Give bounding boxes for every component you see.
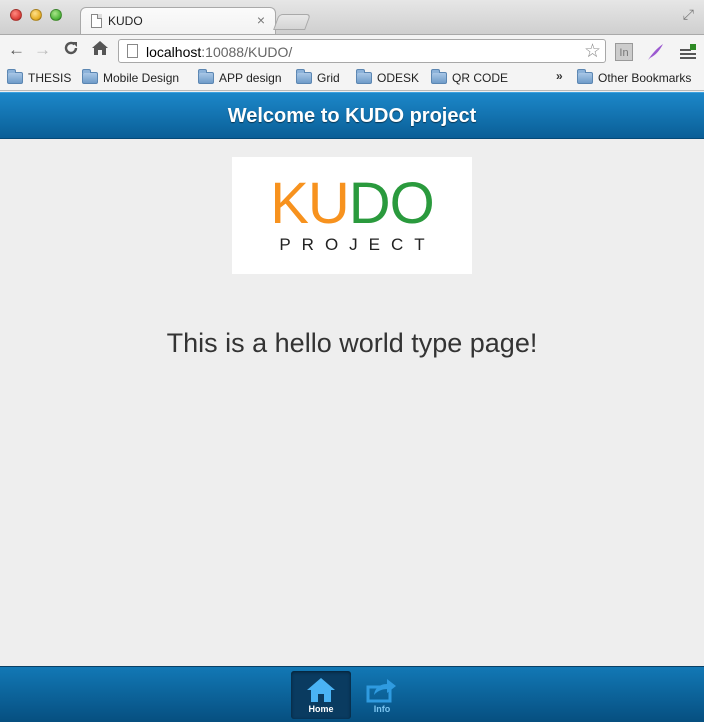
bookmark-grid[interactable]: Grid [296, 69, 340, 86]
home-icon [307, 678, 335, 702]
tab-close-icon[interactable]: × [257, 12, 265, 28]
address-bar[interactable]: localhost:10088/KUDO/ ☆ [118, 39, 606, 63]
bookmark-app-design[interactable]: APP design [198, 69, 282, 86]
browser-tabstrip: KUDO × ⤢ [0, 0, 704, 35]
tab-home[interactable]: Home [291, 671, 351, 719]
minimize-window-button[interactable] [30, 9, 42, 21]
home-button[interactable] [91, 40, 109, 60]
browser-tab[interactable]: KUDO × [80, 7, 276, 35]
bookmark-qr-code[interactable]: QR CODE [431, 69, 508, 86]
fullscreen-icon[interactable]: ⤢ [683, 6, 694, 23]
tab-title: KUDO [108, 14, 143, 28]
browser-toolbar: ← → localhost:10088/KUDO/ ☆ In [0, 34, 704, 66]
tab-info[interactable]: Info [352, 671, 412, 719]
bookmark-other[interactable]: Other Bookmarks [577, 69, 691, 86]
forward-button[interactable]: → [34, 40, 51, 60]
reload-button[interactable] [63, 40, 79, 61]
folder-icon [7, 69, 23, 84]
footer-navbar: Home Info [0, 666, 704, 722]
tab-home-label: Home [308, 704, 334, 714]
folder-icon [296, 69, 312, 84]
kudo-logo: KUDO PROJECT [232, 157, 472, 274]
bookmark-odesk[interactable]: ODESK [356, 69, 419, 86]
app-header: Welcome to KUDO project [0, 92, 704, 139]
bookmark-thesis[interactable]: THESIS [7, 69, 71, 86]
logo-wordmark: KUDO [270, 171, 435, 236]
folder-icon [431, 69, 447, 84]
feather-icon [648, 44, 663, 60]
menu-icon [680, 44, 696, 59]
bookmarks-overflow-button[interactable]: » [556, 69, 563, 83]
home-icon [92, 41, 108, 55]
page-title: Welcome to KUDO project [227, 105, 477, 127]
folder-icon [577, 69, 593, 84]
menu-button[interactable] [678, 43, 698, 61]
bookmarks-bar: THESIS Mobile Design APP design Grid ODE… [0, 66, 704, 91]
bookmark-mobile-design[interactable]: Mobile Design [82, 69, 179, 86]
tab-info-label: Info [373, 704, 391, 714]
new-tab-button[interactable] [273, 14, 311, 30]
hello-message: This is a hello world type page! [166, 328, 538, 358]
folder-icon [356, 69, 372, 84]
close-window-button[interactable] [10, 9, 22, 21]
folder-icon [82, 69, 98, 84]
page-icon [127, 44, 138, 58]
extension-in-icon[interactable]: In [615, 43, 633, 61]
reload-icon [64, 41, 78, 55]
url-text[interactable]: localhost:10088/KUDO/ [146, 44, 292, 60]
page-icon [91, 14, 102, 28]
back-button[interactable]: ← [8, 40, 25, 60]
feather-extension-icon[interactable] [645, 43, 665, 61]
logo-subtitle: PROJECT [279, 235, 436, 254]
share-icon [366, 679, 396, 703]
bookmark-star-icon[interactable]: ☆ [584, 40, 601, 63]
zoom-window-button[interactable] [50, 9, 62, 21]
folder-icon [198, 69, 214, 84]
